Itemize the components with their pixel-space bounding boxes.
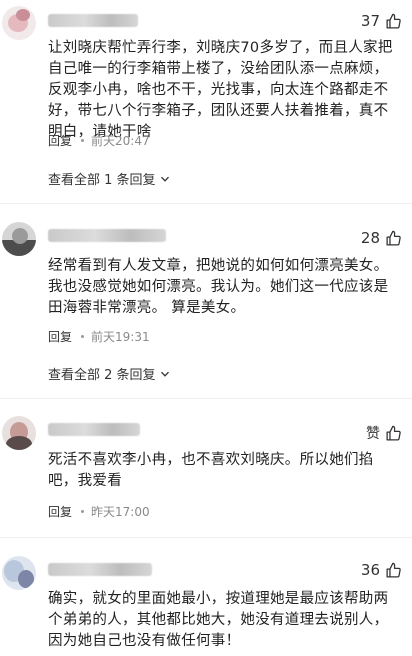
timestamp: 前天19:31 [91, 330, 150, 344]
thumbs-up-icon [386, 13, 401, 29]
like-count: 36 [360, 561, 380, 579]
comment-meta: 回复 昨天17:00 [48, 503, 150, 520]
username[interactable] [48, 14, 138, 27]
like-button[interactable]: 36 [361, 561, 402, 579]
like-button[interactable]: 28 [361, 229, 402, 247]
like-button[interactable]: 37 [361, 12, 402, 30]
avatar[interactable] [2, 556, 36, 590]
like-count: 赞 [366, 426, 380, 442]
view-replies-label: 查看全部 2 条回复 [48, 368, 156, 383]
chevron-down-icon [160, 371, 169, 377]
comment-meta: 回复 前天20:47 [48, 132, 150, 149]
reply-button[interactable]: 回复 [48, 132, 72, 149]
thumbs-up-icon [386, 230, 401, 246]
reply-button[interactable]: 回复 [48, 503, 72, 520]
username[interactable] [48, 229, 166, 242]
avatar[interactable] [2, 222, 36, 256]
comment-text: 经常看到有人发文章，把她说的如何如何漂亮美女。我也没感觉她如何漂亮。我认为。她们… [48, 258, 389, 316]
timestamp: 前天20:47 [91, 134, 150, 148]
username[interactable] [48, 563, 152, 576]
comment-meta: 回复 前天19:31 [48, 328, 150, 345]
avatar[interactable] [2, 416, 36, 450]
dot-separator [81, 139, 85, 142]
username[interactable] [48, 423, 140, 436]
thumbs-up-icon [386, 425, 401, 441]
like-count: 28 [360, 229, 380, 247]
view-replies-label: 查看全部 1 条回复 [48, 173, 156, 188]
divider [0, 537, 412, 538]
dot-separator [81, 335, 85, 338]
view-replies-button[interactable]: 查看全部 2 条回复 [48, 364, 170, 383]
timestamp: 昨天17:00 [91, 505, 150, 519]
comment-text: 死活不喜欢李小冉，也不喜欢刘晓庆。所以她们掐吧，我爱看 [48, 452, 374, 489]
avatar[interactable] [2, 6, 36, 40]
thumbs-up-icon [386, 562, 401, 578]
like-button[interactable]: 赞 [366, 423, 402, 443]
view-replies-button[interactable]: 查看全部 1 条回复 [48, 169, 170, 188]
chevron-down-icon [160, 176, 169, 182]
comment-text: 让刘晓庆帮忙弄行李，刘晓庆70多岁了，而且人家把自己唯一的行李箱带上楼了，没给团… [48, 40, 393, 140]
divider [0, 398, 412, 399]
reply-button[interactable]: 回复 [48, 328, 72, 345]
comment-text: 确实，就女的里面她最小，按道理她是最应该帮助两个弟弟的人，其他都比她大，她没有道… [48, 591, 389, 649]
divider [0, 203, 412, 204]
dot-separator [81, 510, 85, 513]
like-count: 37 [360, 12, 380, 30]
